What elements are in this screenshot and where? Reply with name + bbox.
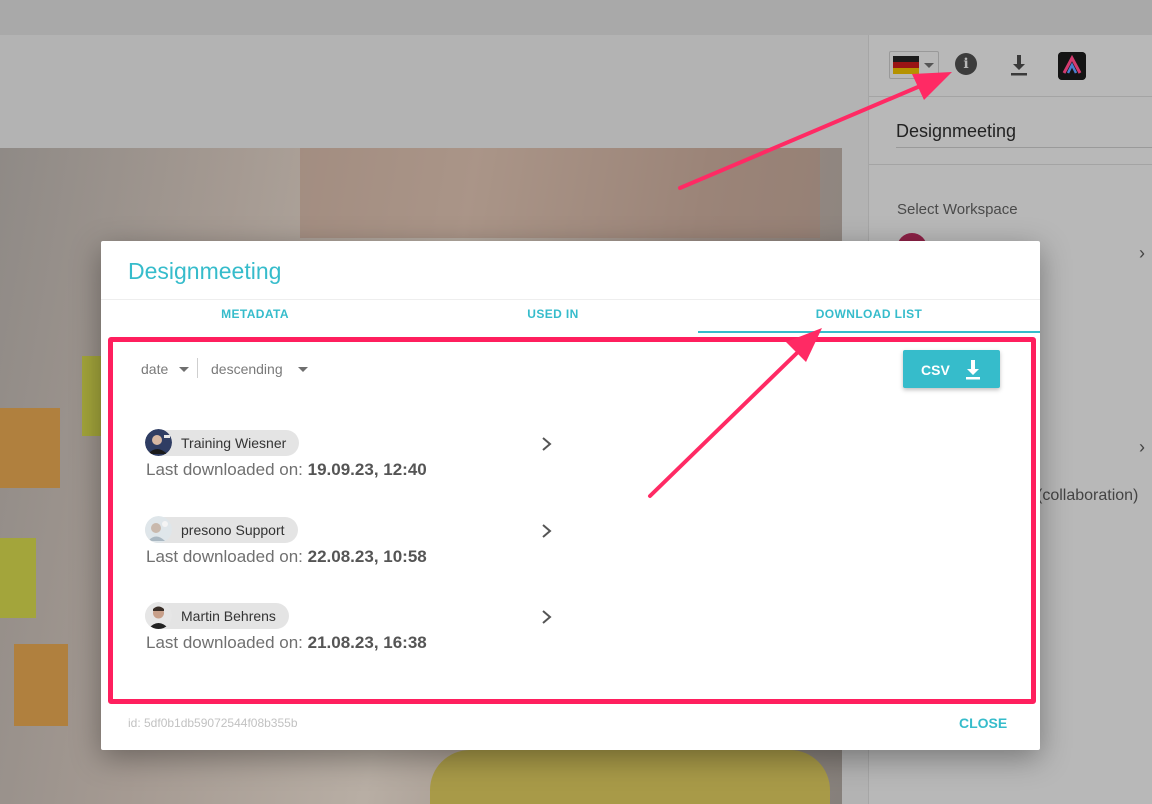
select-workspace-label: Select Workspace	[897, 201, 1018, 218]
download-list-item[interactable]: Martin Behrens Last downloaded on: 21.08…	[145, 602, 565, 663]
language-selector[interactable]	[889, 51, 939, 79]
item-id: id: 5df0b1db59072544f08b355b	[128, 716, 298, 730]
download-list-item[interactable]: Training Wiesner Last downloaded on: 19.…	[145, 429, 565, 490]
chevron-right-icon[interactable]	[540, 607, 554, 627]
csv-button-label: CSV	[921, 362, 950, 378]
dialog-title: Designmeeting	[128, 258, 282, 284]
download-date: 21.08.23, 16:38	[307, 633, 427, 652]
active-tab-indicator	[698, 331, 1040, 333]
user-chip: presono Support	[145, 516, 298, 543]
app-top-bar	[0, 0, 1152, 35]
sort-order-select[interactable]: descending	[211, 361, 283, 377]
german-flag-icon	[893, 56, 919, 74]
chevron-right-icon[interactable]	[540, 521, 554, 541]
user-chip: Martin Behrens	[145, 602, 289, 629]
tab-used-in[interactable]: USED IN	[399, 307, 707, 331]
close-button[interactable]: CLOSE	[959, 715, 1007, 731]
info-icon[interactable]: i	[955, 53, 977, 75]
chevron-right-icon[interactable]: ›	[1139, 437, 1145, 458]
user-name: presono Support	[181, 522, 285, 538]
details-dialog: Designmeeting METADATA USED IN DOWNLOAD …	[101, 241, 1040, 750]
download-label: Last downloaded on:	[146, 460, 303, 479]
download-label: Last downloaded on:	[146, 633, 303, 652]
sort-field-select[interactable]: date	[141, 361, 168, 377]
avatar	[145, 429, 172, 456]
tab-download-list[interactable]: DOWNLOAD LIST	[698, 307, 1040, 331]
download-icon[interactable]	[1008, 53, 1030, 77]
csv-export-button[interactable]: CSV	[903, 350, 1000, 388]
chevron-right-icon[interactable]: ›	[1139, 243, 1145, 264]
app-icon[interactable]	[1058, 52, 1086, 80]
download-label: Last downloaded on:	[146, 547, 303, 566]
user-chip: Training Wiesner	[145, 429, 300, 456]
avatar	[145, 602, 172, 629]
user-name: Training Wiesner	[181, 435, 287, 451]
download-list-item[interactable]: presono Support Last downloaded on: 22.0…	[145, 516, 565, 577]
side-panel-text-fragment: (collaboration)	[1037, 487, 1139, 504]
chevron-down-icon[interactable]	[298, 367, 308, 372]
chevron-right-icon[interactable]	[540, 434, 554, 454]
side-panel-toolbar: i	[869, 35, 1152, 97]
download-icon	[966, 360, 980, 380]
tab-metadata[interactable]: METADATA	[101, 307, 409, 331]
side-panel-title[interactable]: Designmeeting	[896, 121, 1016, 142]
user-name: Martin Behrens	[181, 608, 276, 624]
chevron-down-icon	[924, 63, 934, 68]
download-date: 22.08.23, 10:58	[307, 547, 427, 566]
avatar	[145, 516, 172, 543]
chevron-down-icon[interactable]	[179, 367, 189, 372]
download-date: 19.09.23, 12:40	[307, 460, 427, 479]
